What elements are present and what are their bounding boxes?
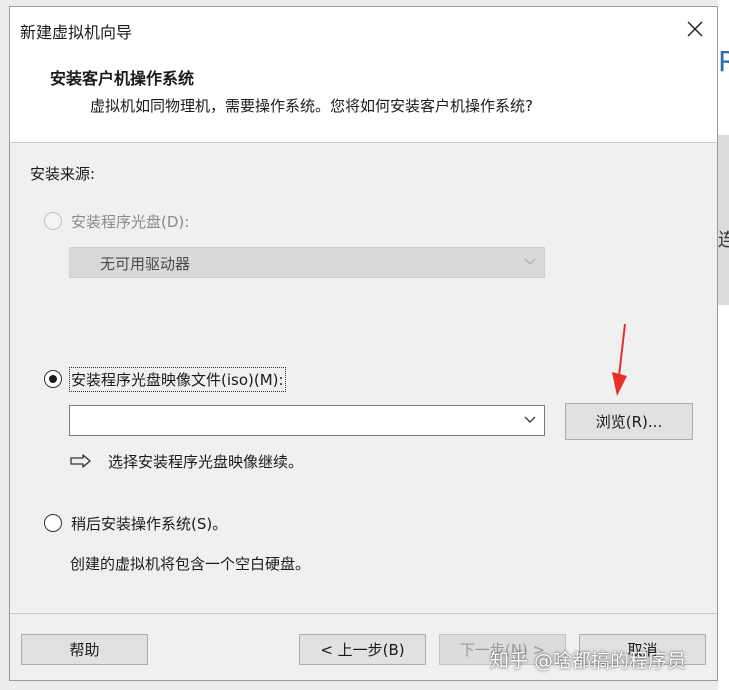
chevron-down-icon[interactable] [524,415,536,425]
background-strip [718,135,729,305]
annotation-arrow-icon [612,323,627,396]
browse-button[interactable]: 浏览(R)... [565,403,693,440]
watermark: 知乎 @啥都搞的程序员 [490,650,687,672]
iso-radio-label: 安装程序光盘映像文件(iso)(M): [69,367,286,392]
close-button[interactable] [677,13,713,45]
install-later-radio[interactable] [44,514,62,532]
page-subtitle: 虚拟机如同物理机，需要操作系统。您将如何安装客户机操作系统? [90,97,533,115]
iso-path-combo[interactable] [69,405,545,436]
help-button[interactable]: 帮助 [21,634,148,665]
iso-hint: 选择安装程序光盘映像继续。 [108,453,304,471]
background-window: R 连 [718,0,729,690]
arrow-right-icon [70,454,91,468]
disc-radio-label: 安装程序光盘(D): [71,213,190,231]
iso-radio[interactable] [44,370,62,388]
drive-select-value: 无可用驱动器 [100,255,191,273]
wizard-header: 安装客户机操作系统 虚拟机如同物理机，需要操作系统。您将如何安装客户机操作系统? [10,51,717,143]
background-fragment: R [718,45,729,78]
footer-divider [10,613,717,614]
install-source-label: 安装来源: [30,165,96,183]
close-icon [687,21,703,37]
install-later-description: 创建的虚拟机将包含一个空白硬盘。 [70,555,311,573]
install-later-label: 稍后安装操作系统(S)。 [71,515,228,533]
page-title: 安装客户机操作系统 [50,69,195,88]
disc-radio[interactable] [44,212,62,230]
back-button[interactable]: < 上一步(B) [299,634,426,665]
chevron-down-icon [524,258,536,265]
title-bar: 新建虚拟机向导 [10,7,717,51]
window-title: 新建虚拟机向导 [20,23,133,42]
background-fragment-2: 连 [718,230,729,251]
drive-select[interactable]: 无可用驱动器 [69,247,545,278]
